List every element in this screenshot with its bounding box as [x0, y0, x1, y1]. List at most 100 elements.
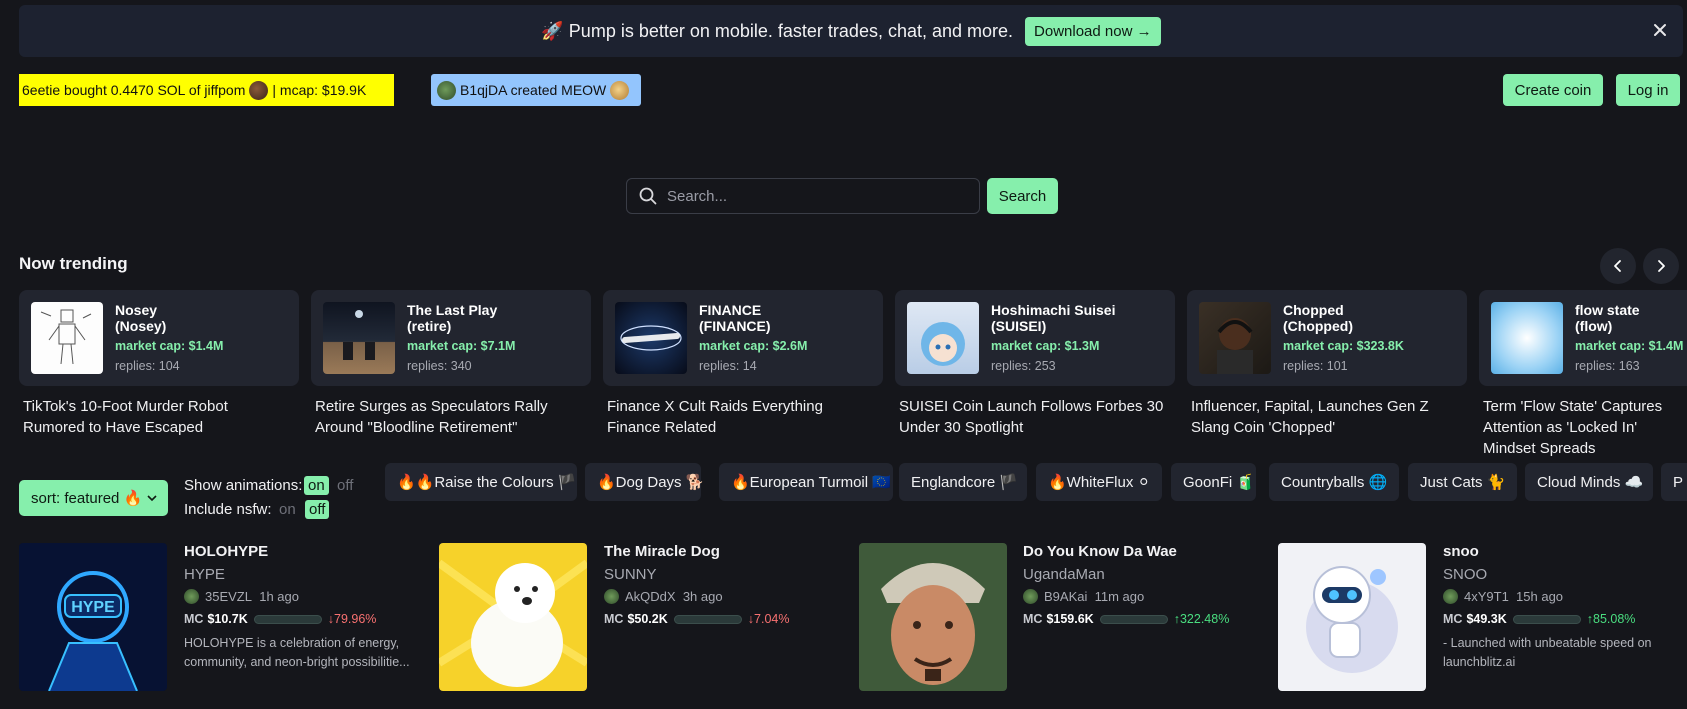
trending-replies: replies: 163	[1575, 359, 1640, 373]
search-icon	[639, 187, 657, 205]
coin-age: 11m ago	[1094, 589, 1145, 604]
coin-name[interactable]: snoo	[1443, 543, 1479, 560]
include-nsfw-label: Include nsfw:	[184, 501, 272, 518]
trending-headline[interactable]: Term 'Flow State' Captures Attention as …	[1483, 396, 1683, 459]
bonding-progress-bar	[253, 614, 322, 624]
trending-headline[interactable]: Influencer, Fapital, Launches Gen Z Slan…	[1191, 396, 1461, 438]
coin-image[interactable]	[1278, 543, 1426, 691]
category-chip[interactable]: Englandcore 🏴	[899, 463, 1027, 501]
creator-id[interactable]: AkQDdX	[625, 589, 676, 604]
category-chip[interactable]: GoonFi 🧃	[1171, 463, 1256, 501]
trending-replies: replies: 104	[115, 359, 180, 373]
animations-off-toggle[interactable]: off	[333, 476, 357, 495]
coin-image[interactable]: HYPE	[19, 543, 167, 691]
buy-ticker[interactable]: 6eetie bought 0.4470 SOL of jiffpom | mc…	[19, 74, 394, 106]
buy-ticker-text: 6eetie bought 0.4470 SOL of jiffpom	[22, 82, 246, 98]
coin-description: - Launched with unbeatable speed on laun…	[1443, 636, 1652, 669]
trending-headline[interactable]: Retire Surges as Speculators Rally Aroun…	[315, 396, 585, 438]
coin-age: 3h ago	[682, 589, 723, 604]
category-chip[interactable]: 🔥🔥Raise the Colours 🏴	[385, 463, 577, 501]
close-icon[interactable]	[1649, 19, 1671, 41]
log-in-button[interactable]: Log in	[1616, 74, 1680, 106]
coin-name[interactable]: Do You Know Da Wae	[1023, 543, 1177, 560]
trending-card[interactable]: The Last Play (retire) market cap: $7.1M…	[311, 290, 591, 386]
mc-value: $159.6K	[1046, 612, 1094, 626]
animations-on-toggle[interactable]: on	[304, 476, 329, 495]
nsfw-off-toggle[interactable]: off	[305, 500, 330, 519]
coin-ticker: UgandaMan	[1023, 566, 1105, 583]
category-chip[interactable]: Just Cats 🐈	[1408, 463, 1517, 501]
creator-id[interactable]: 4xY9T1	[1464, 589, 1509, 604]
coin-creator: 4xY9T1 15h ago	[1443, 589, 1563, 604]
coin-age: 15h ago	[1516, 589, 1564, 604]
user-avatar-icon	[437, 80, 456, 100]
coin-market-cap-row: MC $159.6K ↑322.48%	[1023, 612, 1229, 626]
chevron-left-icon	[1614, 260, 1621, 272]
coin-name[interactable]: The Miracle Dog	[604, 543, 720, 560]
creator-id[interactable]: 35EVZL	[205, 589, 252, 604]
trending-next-button[interactable]	[1643, 248, 1679, 284]
coin-ticker: HYPE	[184, 566, 225, 583]
create-ticker[interactable]: B1qjDA created MEOW	[431, 74, 641, 106]
coin-image[interactable]	[439, 543, 587, 691]
search-box	[626, 178, 980, 214]
category-chip[interactable]: 🔥European Turmoil 🇪🇺	[719, 463, 893, 501]
promo-text: 🚀 Pump is better on mobile. faster trade…	[541, 20, 1014, 41]
trending-coin-image	[1199, 302, 1271, 374]
trending-prev-button[interactable]	[1600, 248, 1636, 284]
user-avatar-icon	[604, 589, 619, 604]
bonding-progress-bar	[673, 614, 742, 624]
coin-name[interactable]: HOLOHYPE	[184, 543, 268, 560]
download-now-button[interactable]: Download now →	[1025, 16, 1161, 46]
trending-card[interactable]: Hoshimachi Suisei (SUISEI) market cap: $…	[895, 290, 1175, 386]
price-change: ↑85.08%	[1586, 612, 1636, 626]
coin-description: HOLOHYPE is a celebration of energy, com…	[184, 636, 410, 669]
trending-headline[interactable]: Finance X Cult Raids Everything Finance …	[607, 396, 877, 438]
trending-card[interactable]: Nosey (Nosey) market cap: $1.4M replies:…	[19, 290, 299, 386]
sort-label: sort: featured 🔥	[31, 490, 143, 507]
bonding-progress-bar	[1512, 614, 1581, 624]
category-chip[interactable]: 🔥Dog Days 🐕	[585, 463, 704, 501]
trending-card[interactable]: FINANCE (FINANCE) market cap: $2.6M repl…	[603, 290, 883, 386]
mc-label: MC	[1443, 612, 1463, 626]
trending-market-cap: market cap: $1.4M	[115, 339, 224, 353]
trending-coin-name: flow state (flow)	[1575, 302, 1640, 334]
trending-market-cap: market cap: $1.3M	[991, 339, 1100, 353]
category-chip[interactable]: Cloud Minds ☁️	[1525, 463, 1653, 501]
trending-market-cap: market cap: $1.4M	[1575, 339, 1684, 353]
trending-card[interactable]: Chopped (Chopped) market cap: $323.8K re…	[1187, 290, 1467, 386]
create-coin-button[interactable]: Create coin	[1503, 74, 1603, 106]
trending-coin-name: Chopped (Chopped)	[1283, 302, 1353, 334]
now-trending-title: Now trending	[19, 254, 128, 273]
trending-replies: replies: 14	[699, 359, 757, 373]
buy-ticker-mcap: | mcap: $19.9K	[272, 82, 367, 98]
coin-avatar-icon	[610, 80, 630, 100]
sort-dropdown[interactable]: sort: featured 🔥	[19, 480, 168, 516]
trending-headline[interactable]: SUISEI Coin Launch Follows Forbes 30 Und…	[899, 396, 1169, 438]
trending-replies: replies: 101	[1283, 359, 1348, 373]
trending-replies: replies: 340	[407, 359, 472, 373]
mobile-promo-banner: 🚀 Pump is better on mobile. faster trade…	[19, 5, 1683, 57]
nsfw-on-toggle[interactable]: on	[275, 500, 300, 519]
coin-image[interactable]	[859, 543, 1007, 691]
trending-coin-name: Nosey (Nosey)	[115, 302, 167, 334]
search-button[interactable]: Search	[987, 178, 1058, 214]
mc-value: $50.2K	[627, 612, 668, 626]
user-avatar-icon	[184, 589, 199, 604]
create-ticker-text: B1qjDA created MEOW	[460, 82, 607, 98]
trending-card[interactable]: flow state (flow) market cap: $1.4M repl…	[1479, 290, 1687, 386]
trending-headline[interactable]: TikTok's 10-Foot Murder Robot Rumored to…	[23, 396, 293, 438]
chevron-right-icon	[1658, 260, 1665, 272]
coin-ticker: SUNNY	[604, 566, 657, 583]
creator-id[interactable]: B9AKai	[1044, 589, 1087, 604]
category-chip[interactable]: P	[1661, 463, 1687, 501]
search-input[interactable]	[667, 187, 957, 205]
coin-market-cap-row: MC $50.2K ↓7.04%	[604, 612, 789, 626]
category-chip[interactable]: 🔥WhiteFlux ⚪	[1036, 463, 1162, 501]
coin-market-cap-row: MC $10.7K ↓79.96%	[184, 612, 376, 626]
user-avatar-icon	[1023, 589, 1038, 604]
user-avatar-icon	[1443, 589, 1458, 604]
show-animations-label: Show animations:	[184, 477, 303, 494]
category-chip[interactable]: Countryballs 🌐	[1269, 463, 1399, 501]
trending-market-cap: market cap: $323.8K	[1283, 339, 1404, 353]
